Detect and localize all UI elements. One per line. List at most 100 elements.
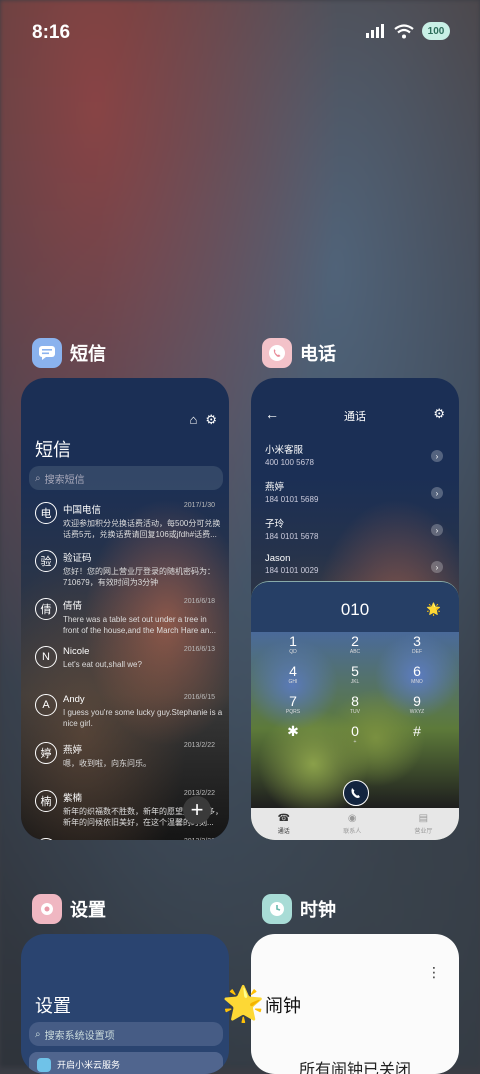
dial-key[interactable]: ✱ bbox=[273, 724, 313, 739]
dial-key-digit: 0 bbox=[351, 723, 359, 739]
settings-app-icon bbox=[32, 894, 62, 924]
dial-key[interactable]: # bbox=[397, 724, 437, 739]
contact-name: 小米客服 bbox=[265, 445, 304, 456]
dial-key-digit: 2 bbox=[351, 633, 359, 649]
dial-key[interactable]: 3 DEF bbox=[397, 633, 437, 656]
dial-key[interactable]: 9 WXYZ bbox=[397, 693, 437, 716]
clock-page-title: 闹钟 bbox=[265, 996, 301, 1016]
call-button[interactable] bbox=[343, 780, 369, 806]
clock-app-icon bbox=[262, 894, 292, 924]
message-row[interactable]: 玲子玲2013/2/2210分整念9别的吧，8张照片7张是你，6只小船5只是你，… bbox=[21, 834, 229, 840]
alarms-empty-text: 所有闹钟已关闭 bbox=[298, 1062, 411, 1074]
phone-tab[interactable]: ◉ 联系人 bbox=[343, 813, 361, 835]
tab-icon: ▤ bbox=[418, 813, 429, 824]
dialer-display: 010 🌟 bbox=[251, 582, 459, 632]
more-options-icon[interactable]: ⋮ bbox=[427, 964, 441, 981]
message-row[interactable]: 验验证码 您好！您的网上营业厅登录的随机密码为：710679，有效时间为3分钟 bbox=[21, 546, 229, 594]
search-icon: ⌕ bbox=[35, 1028, 41, 1040]
settings-item-label: 开启小米云服务 bbox=[57, 1060, 121, 1070]
dialer-panel[interactable]: 010 🌟 1 QD 2 ABC 3 DEF 4 GHI 5 JKL 6 MNO 7 PQRS 8 TUV 9 W… bbox=[251, 581, 459, 840]
phone-tab-bar: ☎ 通话 ◉ 联系人 ▤ 营业厅 bbox=[251, 808, 459, 840]
dial-key[interactable]: 8 TUV bbox=[335, 694, 375, 716]
dial-key-letters: GHI bbox=[288, 679, 298, 685]
phone-app-card[interactable]: ← 通话 ⚙ 小米客服 400 100 5678 › 燕婷 184 0101 5689 ›… bbox=[251, 378, 459, 840]
search-icon: ⌕ bbox=[35, 472, 41, 484]
chevron-right-icon[interactable]: › bbox=[431, 524, 443, 536]
sms-search-input[interactable]: ⌕ 搜索短信 bbox=[29, 466, 223, 490]
sms-top-icons: ⌂ ⚙ bbox=[189, 412, 217, 428]
dial-key-digit: 7 bbox=[289, 693, 297, 709]
phone-settings-gear-icon[interactable]: ⚙ bbox=[433, 406, 445, 422]
app-header-settings[interactable]: 设置 bbox=[32, 894, 106, 924]
dial-key-letters: WXYZ bbox=[409, 709, 425, 715]
dial-key-letters: DEF bbox=[412, 649, 422, 655]
app-header-clock[interactable]: 时钟 bbox=[262, 894, 336, 924]
sms-app-card[interactable]: ⌂ ⚙ 短信 ⌕ 搜索短信 电中国电信 2017/1/30 欢迎参加积分兑换话费活动… bbox=[21, 378, 229, 840]
message-date: 2016/6/18 bbox=[183, 598, 215, 605]
contact-avatar: 倩 bbox=[35, 598, 57, 620]
battery-icon: 100 bbox=[422, 22, 450, 40]
dial-key-letters: JKL bbox=[350, 679, 360, 685]
app-name-settings: 设置 bbox=[70, 900, 106, 920]
phone-header-title: 通话 bbox=[344, 411, 366, 423]
dial-key[interactable]: 0 + bbox=[335, 723, 375, 746]
settings-page-title: 设置 bbox=[35, 996, 71, 1016]
dial-key-digit: ✱ bbox=[287, 723, 299, 739]
dial-key[interactable]: 4 GHI bbox=[273, 663, 313, 686]
dial-key-digit: 4 bbox=[289, 663, 297, 679]
chevron-right-icon[interactable]: › bbox=[431, 487, 443, 499]
dial-key-digit: 5 bbox=[351, 663, 359, 679]
dial-key-digit: # bbox=[413, 723, 421, 739]
new-message-button[interactable]: + bbox=[183, 796, 211, 824]
app-header-sms[interactable]: 短信 bbox=[32, 338, 106, 368]
message-row[interactable]: N Nicole 2016/6/13 Let's eat out,shall we? bbox=[21, 642, 229, 690]
message-date: 2013/2/22 bbox=[184, 838, 215, 840]
message-preview: 嗯，收到啦，向东问乐。 bbox=[63, 759, 151, 768]
dial-key[interactable]: 6 MNO bbox=[397, 664, 437, 686]
message-date: 2016/6/13 bbox=[183, 646, 215, 653]
app-header-phone[interactable]: 电话 bbox=[262, 338, 336, 368]
recent-call-row[interactable]: 小米客服 400 100 5678 › bbox=[265, 442, 445, 479]
dial-key-letters: MNO bbox=[411, 679, 423, 685]
dial-key-digit: 9 bbox=[413, 693, 421, 709]
dial-key[interactable]: 7 PQRS bbox=[273, 693, 313, 716]
contact-number: 184 0101 0029 bbox=[265, 566, 319, 575]
contact-name: Jason bbox=[265, 553, 291, 564]
message-row[interactable]: A Andy 2016/6/15 I guess you're some lucky … bbox=[21, 690, 229, 738]
app-name-sms: 短信 bbox=[70, 344, 106, 364]
sms-search-placeholder: 搜索短信 bbox=[44, 474, 85, 486]
sms-page-title: 短信 bbox=[35, 440, 71, 460]
recent-call-row[interactable]: 子玲 184 0101 5678 › bbox=[265, 516, 445, 553]
dial-key[interactable]: 2 ABC bbox=[335, 633, 375, 656]
clock-app-card[interactable]: ⋮ 闹钟 所有闹钟已关闭 bbox=[251, 934, 459, 1074]
settings-item-cloud[interactable]: 开启小米云服务 bbox=[29, 1052, 223, 1074]
dial-key[interactable]: 5 JKL bbox=[335, 663, 375, 686]
settings-search-input[interactable]: ⌕ 搜索系统设置项 bbox=[29, 1022, 223, 1046]
contact-avatar: N bbox=[35, 646, 57, 668]
message-date: 2013/2/22 bbox=[183, 742, 215, 749]
message-row[interactable]: 电中国电信 2017/1/30 欢迎参加积分兑换话费活动，每500分可兑换话费5元，… bbox=[21, 498, 229, 546]
message-preview: 欢迎参加积分兑换话费活动，每500分可兑换话费5元，兑换话费请回复106或jfd… bbox=[63, 519, 221, 539]
contact-avatar: 楠 bbox=[35, 790, 57, 812]
clean-icon[interactable]: ⌂ bbox=[189, 412, 197, 428]
chevron-right-icon[interactable]: › bbox=[431, 561, 443, 573]
phone-tab[interactable]: ☎ 通话 bbox=[278, 813, 290, 835]
message-preview: Let's eat out,shall we? bbox=[63, 660, 142, 669]
message-sender: 验证码 bbox=[63, 553, 92, 564]
recent-call-row[interactable]: 燕婷 184 0101 5689 › bbox=[265, 479, 445, 516]
phone-header: ← 通话 ⚙ bbox=[251, 406, 459, 428]
dial-key[interactable]: 1 QD bbox=[273, 634, 313, 656]
dial-key-letters: QD bbox=[289, 649, 297, 655]
settings-gear-icon[interactable]: ⚙ bbox=[205, 412, 217, 428]
message-row[interactable]: 倩倩倩 2016/6/18 There was a table set out un… bbox=[21, 594, 229, 642]
dial-key-digit: 3 bbox=[413, 633, 421, 649]
message-preview: There was a table set out under a tree i… bbox=[63, 615, 216, 635]
phone-tab[interactable]: ▤ 营业厅 bbox=[414, 813, 432, 835]
tab-label: 联系人 bbox=[343, 829, 362, 835]
message-preview: 您好！您的网上营业厅登录的随机密码为：710679，有效时间为3分钟 bbox=[63, 567, 215, 587]
sms-app-icon bbox=[32, 338, 62, 368]
chevron-right-icon[interactable]: › bbox=[431, 450, 443, 462]
dial-key-letters: + bbox=[353, 739, 357, 745]
message-row[interactable]: 婷燕婷 2013/2/22 嗯，收到啦，向东问乐。 bbox=[21, 738, 229, 786]
settings-app-card[interactable]: 设置 ⌕ 搜索系统设置项 开启小米云服务 bbox=[21, 934, 229, 1074]
